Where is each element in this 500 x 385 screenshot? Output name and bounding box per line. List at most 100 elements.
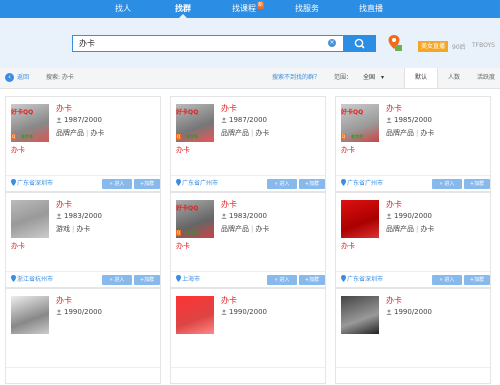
search-box: × xyxy=(72,35,344,52)
group-card[interactable]: 好卡QQ Q 老字号 办卡 1987/2000 品牌产品 | 办卡 办卡 广东省广州… xyxy=(170,96,326,192)
group-tags: 品牌产品 | 办卡 xyxy=(56,128,104,138)
group-avatar[interactable]: Q 老字号 xyxy=(341,296,379,334)
group-card[interactable]: 好卡QQ Q 老字号 办卡 1985/2000 品牌产品 | 办卡 办卡 广东省广州… xyxy=(335,96,491,192)
location-text: 广东省深圳市 xyxy=(347,276,384,283)
tab-label: 找群 xyxy=(175,4,191,13)
group-card[interactable]: Q 老字号 办卡 1990/2000 品牌产品|办卡 办卡 广东省深圳市 » 进… xyxy=(335,192,491,288)
tab-label: 找课程 xyxy=(231,4,256,13)
card-footer xyxy=(336,367,490,385)
join-group-button[interactable]: +加群 xyxy=(299,275,325,285)
group-name[interactable]: 办卡 xyxy=(386,295,402,306)
group-keyword: 办卡 xyxy=(176,146,190,154)
group-keyword: 办卡 xyxy=(176,242,190,250)
live-badge[interactable]: 美女直播 xyxy=(418,41,448,52)
group-tag: 品牌产品 xyxy=(386,129,414,137)
group-avatar[interactable]: 好卡QQ Q 老字号 xyxy=(11,104,49,142)
group-tag: 游戏 xyxy=(56,225,70,233)
enter-button[interactable]: » 进入 xyxy=(432,275,462,285)
enter-button[interactable]: » 进入 xyxy=(102,179,132,189)
avatar-label-2: 老字号 xyxy=(21,134,33,139)
card-footer: 广东省深圳市 » 进入 +加群 xyxy=(6,175,160,193)
back-icon[interactable]: ‹ xyxy=(5,73,14,82)
tab-find-live[interactable]: 找直播 xyxy=(350,0,392,18)
group-card[interactable]: Q 老字号 办卡 1990/2000 xyxy=(170,288,326,384)
new-badge: 新 xyxy=(256,2,264,9)
group-name[interactable]: 办卡 xyxy=(221,103,237,114)
hot-keyword[interactable]: TFBOYS xyxy=(472,42,495,49)
member-count: 1990/2000 xyxy=(386,212,432,220)
group-name[interactable]: 办卡 xyxy=(386,103,402,114)
chevron-down-icon: ▾ xyxy=(381,74,385,81)
group-tags: 品牌产品 | 办卡 xyxy=(386,128,434,138)
join-group-button[interactable]: +加群 xyxy=(464,179,490,189)
group-card[interactable]: 好卡QQ Q 老字号 办卡 1983/2000 品牌产品 | 办卡 办卡 上海市 »… xyxy=(170,192,326,288)
tab-find-groups[interactable]: 找群 xyxy=(162,0,204,18)
avatar-label: Q xyxy=(11,134,17,140)
location-text: 浙江省杭州市 xyxy=(17,276,54,283)
tab-find-courses[interactable]: 找课程新 xyxy=(222,0,274,18)
group-tag: 品牌产品 xyxy=(56,129,84,137)
enter-button[interactable]: » 进入 xyxy=(432,179,462,189)
card-footer: 浙江省杭州市 » 进入 +加群 xyxy=(6,271,160,289)
group-name[interactable]: 办卡 xyxy=(56,295,72,306)
location-text: 广东省深圳市 xyxy=(17,180,54,187)
join-group-button[interactable]: +加群 xyxy=(134,275,160,285)
clear-icon[interactable]: × xyxy=(328,39,336,47)
member-icon xyxy=(221,117,227,123)
group-card[interactable]: Q 老字号 办卡 1990/2000 xyxy=(5,288,161,384)
group-avatar[interactable]: 好卡QQ Q 老字号 xyxy=(341,104,379,142)
search-input[interactable] xyxy=(79,37,319,50)
enter-button[interactable]: » 进入 xyxy=(102,275,132,285)
group-location: 广东省广州市 xyxy=(341,179,383,189)
enter-button[interactable]: » 进入 xyxy=(267,275,297,285)
tab-find-people[interactable]: 找人 xyxy=(102,0,144,18)
group-tag: 办卡 xyxy=(420,225,435,233)
location-pin-icon xyxy=(341,179,346,186)
group-avatar[interactable]: 好卡QQ Q 老字号 xyxy=(176,104,214,142)
sort-people[interactable]: 人数 xyxy=(438,68,470,88)
enter-button[interactable]: » 进入 xyxy=(267,179,297,189)
sort-default[interactable]: 默认 xyxy=(404,68,438,88)
join-group-button[interactable]: +加群 xyxy=(299,179,325,189)
group-avatar[interactable]: Q 老字号 xyxy=(11,296,49,334)
tag-separator: | xyxy=(416,225,419,233)
avatar-text: 好卡QQ xyxy=(341,109,364,116)
group-name[interactable]: 办卡 xyxy=(56,103,72,114)
member-count: 1987/2000 xyxy=(56,116,102,124)
group-card[interactable]: Q 老字号 办卡 1990/2000 xyxy=(335,288,491,384)
not-found-link[interactable]: 搜索不到找的群？ xyxy=(272,73,320,83)
group-name[interactable]: 办卡 xyxy=(221,295,237,306)
join-group-button[interactable]: +加群 xyxy=(134,179,160,189)
group-avatar[interactable]: 好卡QQ Q 老字号 xyxy=(176,200,214,238)
group-name[interactable]: 办卡 xyxy=(221,199,237,210)
top-nav: 找人 找群 找课程新 找服务 找直播 xyxy=(0,0,500,18)
avatar-text: 好卡QQ xyxy=(176,109,199,116)
sort-active[interactable]: 活跃度 xyxy=(470,68,500,88)
group-avatar[interactable]: Q 老字号 xyxy=(11,200,49,238)
card-footer: 广东省广州市 » 进入 +加群 xyxy=(171,175,325,193)
group-card[interactable]: Q 老字号 办卡 1983/2000 游戏|办卡 办卡 浙江省杭州市 » 进入 … xyxy=(5,192,161,288)
join-group-button[interactable]: +加群 xyxy=(464,275,490,285)
range-select[interactable]: 全国 ▾ xyxy=(363,73,384,83)
group-tag: 办卡 xyxy=(76,225,91,233)
map-pin-icon[interactable] xyxy=(387,34,403,52)
group-location: 上海市 xyxy=(176,275,200,285)
group-avatar[interactable]: Q 老字号 xyxy=(176,296,214,334)
group-tags: 品牌产品 | 办卡 xyxy=(221,224,269,234)
member-count: 1990/2000 xyxy=(221,308,267,316)
hot-keyword[interactable]: 90后 xyxy=(452,42,466,51)
group-name[interactable]: 办卡 xyxy=(56,199,72,210)
group-avatar[interactable]: Q 老字号 xyxy=(341,200,379,238)
group-keyword: 办卡 xyxy=(11,146,25,154)
group-tag: 办卡 xyxy=(255,129,270,137)
card-footer: 广东省广州市 » 进入 +加群 xyxy=(336,175,490,193)
group-name[interactable]: 办卡 xyxy=(386,199,402,210)
member-icon xyxy=(221,309,227,315)
search-button[interactable] xyxy=(344,35,376,52)
back-link[interactable]: 返回 xyxy=(17,73,29,83)
member-count: 1985/2000 xyxy=(386,116,432,124)
tab-find-services[interactable]: 找服务 xyxy=(286,0,328,18)
tag-separator: | xyxy=(251,225,254,233)
avatar-label: Q xyxy=(176,134,182,140)
group-card[interactable]: 好卡QQ Q 老字号 办卡 1987/2000 品牌产品 | 办卡 办卡 广东省深圳… xyxy=(5,96,161,192)
